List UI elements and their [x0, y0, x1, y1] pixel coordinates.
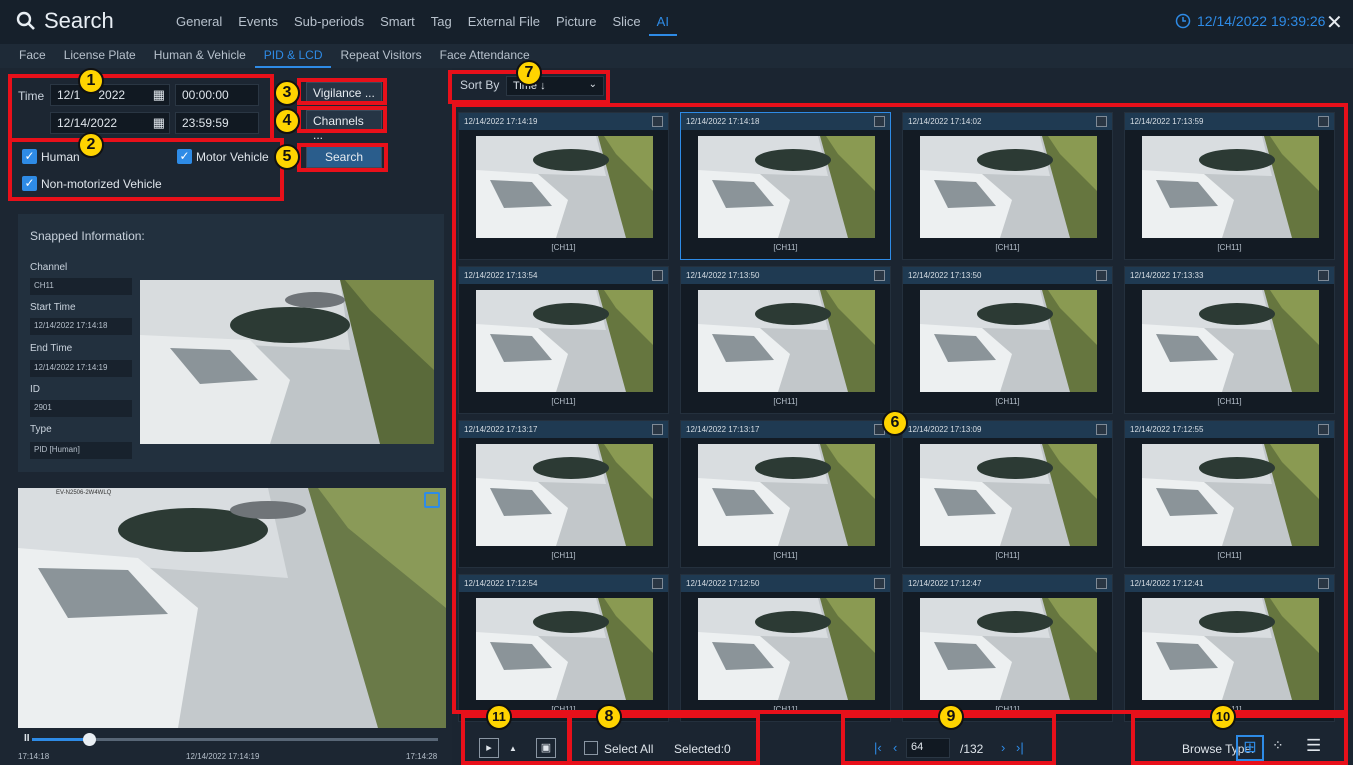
badge-4: 4: [274, 108, 300, 134]
end-time-label: End Time: [30, 343, 73, 354]
tab-sub-periods[interactable]: Sub-periods: [286, 14, 372, 36]
clock-icon: [1175, 13, 1191, 29]
time-start-label: 17:14:18: [18, 752, 50, 761]
channel-label: Channel: [30, 262, 68, 273]
tab-tag[interactable]: Tag: [423, 14, 460, 36]
annotation-box-actions: [461, 714, 571, 765]
app-title-text: Search: [44, 8, 114, 33]
fullscreen-icon[interactable]: [424, 492, 440, 508]
subtab-license-plate[interactable]: License Plate: [55, 44, 145, 68]
annotation-box-vigilance: [297, 78, 387, 105]
clock: 12/14/2022 19:39:26: [1175, 13, 1325, 29]
tab-ai[interactable]: AI: [648, 14, 677, 36]
top-bar: Search General Events Sub-periods Smart …: [0, 0, 1353, 44]
tab-picture[interactable]: Picture: [548, 14, 604, 36]
subtab-face[interactable]: Face: [10, 44, 55, 68]
id-label: ID: [30, 384, 40, 395]
snapshot-image: [140, 280, 434, 444]
badge-2: 2: [78, 132, 104, 158]
end-time-value: 12/14/2022 17:14:19: [30, 360, 132, 377]
close-icon[interactable]: ✕: [1326, 10, 1343, 35]
timeline-knob[interactable]: [82, 733, 96, 746]
time-mid-label: 12/14/2022 17:14:19: [186, 752, 260, 761]
datetime-text: 12/14/2022 19:39:26: [1197, 13, 1326, 29]
snapped-info-panel: Snapped Information: Channel CH11 Start …: [18, 214, 444, 472]
badge-11: 11: [486, 704, 512, 730]
badge-5: 5: [274, 144, 300, 170]
badge-3: 3: [274, 80, 300, 106]
annotation-box-search: [297, 143, 388, 172]
badge-10: 10: [1210, 704, 1236, 730]
type-label: Type: [30, 424, 52, 435]
tab-general[interactable]: General: [168, 14, 230, 36]
annotation-box-types: [8, 138, 284, 201]
tab-events[interactable]: Events: [230, 14, 286, 36]
badge-9: 9: [938, 704, 964, 730]
time-end-label: 17:14:28: [406, 752, 438, 761]
type-value: PID [Human]: [30, 442, 132, 459]
annotation-box-browse: [1131, 714, 1348, 765]
timeline-progress: [32, 738, 89, 741]
player-overlay-text: EV-N2506-2W4WLQ: [56, 490, 112, 496]
start-time-value: 12/14/2022 17:14:18: [30, 318, 132, 335]
badge-7: 7: [516, 60, 542, 86]
id-value: 2901: [30, 400, 132, 417]
top-tabs: General Events Sub-periods Smart Tag Ext…: [168, 14, 677, 36]
annotation-box-grid: [452, 103, 1348, 714]
tab-slice[interactable]: Slice: [604, 14, 648, 36]
pause-icon[interactable]: II: [24, 733, 30, 744]
subtab-repeat-visitors[interactable]: Repeat Visitors: [331, 44, 430, 68]
subtab-pid-lcd[interactable]: PID & LCD: [254, 44, 332, 68]
app-title: Search: [16, 8, 114, 34]
search-icon: [16, 11, 35, 30]
timeline-slider[interactable]: [32, 733, 438, 746]
annotation-box-time: [8, 74, 274, 142]
badge-8: 8: [596, 704, 622, 730]
annotation-box-channels: [297, 106, 387, 133]
subtab-human-vehicle[interactable]: Human & Vehicle: [145, 44, 255, 68]
video-player[interactable]: [18, 488, 446, 728]
badge-6: 6: [882, 410, 908, 436]
start-time-label: Start Time: [30, 302, 76, 313]
snapped-title: Snapped Information:: [30, 229, 145, 243]
badge-1: 1: [78, 68, 104, 94]
sub-tabs: Face License Plate Human & Vehicle PID &…: [0, 44, 1353, 68]
tab-external-file[interactable]: External File: [460, 14, 548, 36]
channel-value: CH11: [30, 278, 132, 295]
tab-smart[interactable]: Smart: [372, 14, 423, 36]
